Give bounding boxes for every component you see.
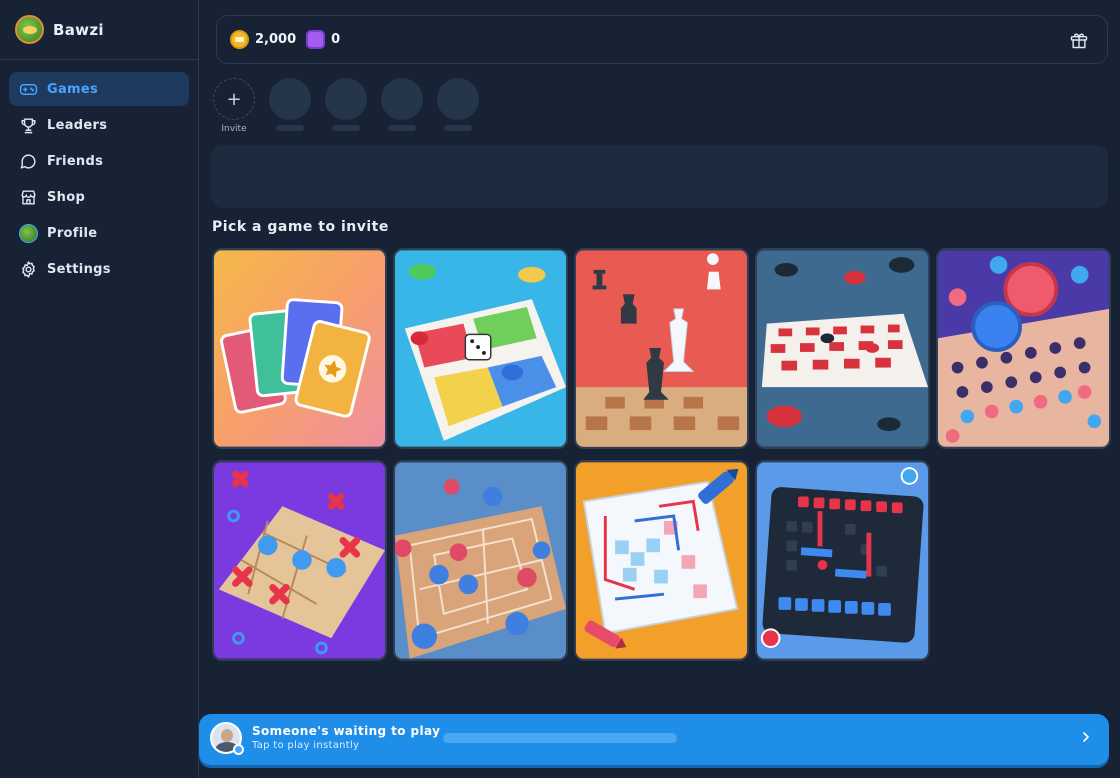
- frog-avatar-icon: [15, 15, 44, 44]
- cards-game-icon: [214, 250, 385, 447]
- waiting-progress-placeholder: [443, 733, 677, 743]
- sidebar-item-friends[interactable]: Friends: [9, 144, 189, 178]
- sidebar-item-profile[interactable]: Profile: [9, 216, 189, 250]
- currency-bar: 2,000 0: [216, 15, 1108, 64]
- battleship-game-icon: [757, 462, 928, 659]
- gift-icon[interactable]: [1069, 30, 1089, 50]
- sidebar-item-label: Shop: [47, 189, 86, 205]
- game-tile-connect-four[interactable]: [936, 248, 1111, 449]
- sidebar: Bawzi Games Leaders Friends Shop Profile…: [0, 0, 199, 778]
- invite-slot[interactable]: + Invite: [213, 78, 255, 134]
- sidebar-item-leaders[interactable]: Leaders: [9, 108, 189, 142]
- game-tile-dots-and-boxes[interactable]: [574, 460, 749, 661]
- game-tile-checkers[interactable]: [755, 248, 930, 449]
- friend-slot-placeholder: [437, 78, 479, 131]
- gear-icon: [18, 259, 38, 279]
- section-title: Pick a game to invite: [212, 219, 389, 235]
- dots-and-boxes-game-icon: [576, 462, 747, 659]
- game-tile-chess[interactable]: [574, 248, 749, 449]
- game-tile-tic-tac-toe[interactable]: [212, 460, 387, 661]
- coin-icon: [230, 30, 249, 49]
- connect-four-game-icon: [938, 250, 1109, 447]
- invite-label: Invite: [221, 124, 247, 134]
- waiting-title: Someone's waiting to play: [252, 724, 441, 738]
- game-tile-nine-mens-morris[interactable]: [393, 460, 568, 661]
- plus-icon[interactable]: +: [213, 78, 255, 120]
- brand-name: Bawzi: [53, 20, 104, 39]
- gem-balance: 0: [331, 32, 341, 47]
- sidebar-item-label: Profile: [47, 225, 98, 241]
- chat-bubble-icon: [18, 151, 38, 171]
- sidebar-item-label: Friends: [47, 153, 104, 169]
- avatar-icon: [18, 223, 38, 243]
- chevron-right-icon: [1078, 729, 1094, 745]
- waiting-to-play-bar[interactable]: Someone's waiting to play Tap to play in…: [199, 714, 1109, 765]
- friend-slot-placeholder: [381, 78, 423, 131]
- sidebar-item-games[interactable]: Games: [9, 72, 189, 106]
- store-icon: [18, 187, 38, 207]
- game-tile-battleship[interactable]: [755, 460, 930, 661]
- game-tile-ludo[interactable]: [393, 248, 568, 449]
- sidebar-item-label: Settings: [47, 261, 111, 277]
- sidebar-item-settings[interactable]: Settings: [9, 252, 189, 286]
- online-indicator-icon: [233, 744, 244, 755]
- game-tile-cards[interactable]: [212, 248, 387, 449]
- chess-game-icon: [576, 250, 747, 447]
- waiting-subtitle: Tap to play instantly: [252, 740, 360, 751]
- trophy-icon: [18, 115, 38, 135]
- nine-mens-morris-game-icon: [395, 462, 566, 659]
- coin-balance: 2,000: [255, 32, 297, 47]
- ludo-game-icon: [395, 250, 566, 447]
- banner-placeholder: [211, 145, 1108, 208]
- checkers-game-icon: [757, 250, 928, 447]
- gem-icon: [306, 30, 326, 49]
- sidebar-item-label: Games: [47, 81, 99, 97]
- tic-tac-toe-game-icon: [214, 462, 385, 659]
- gamepad-icon: [18, 79, 38, 99]
- friend-slot-placeholder: [269, 78, 311, 131]
- brand[interactable]: Bawzi: [0, 0, 198, 60]
- sidebar-nav: Games Leaders Friends Shop Profile Setti…: [0, 60, 198, 300]
- sidebar-item-shop[interactable]: Shop: [9, 180, 189, 214]
- sidebar-item-label: Leaders: [47, 117, 108, 133]
- friend-slot-placeholder: [325, 78, 367, 131]
